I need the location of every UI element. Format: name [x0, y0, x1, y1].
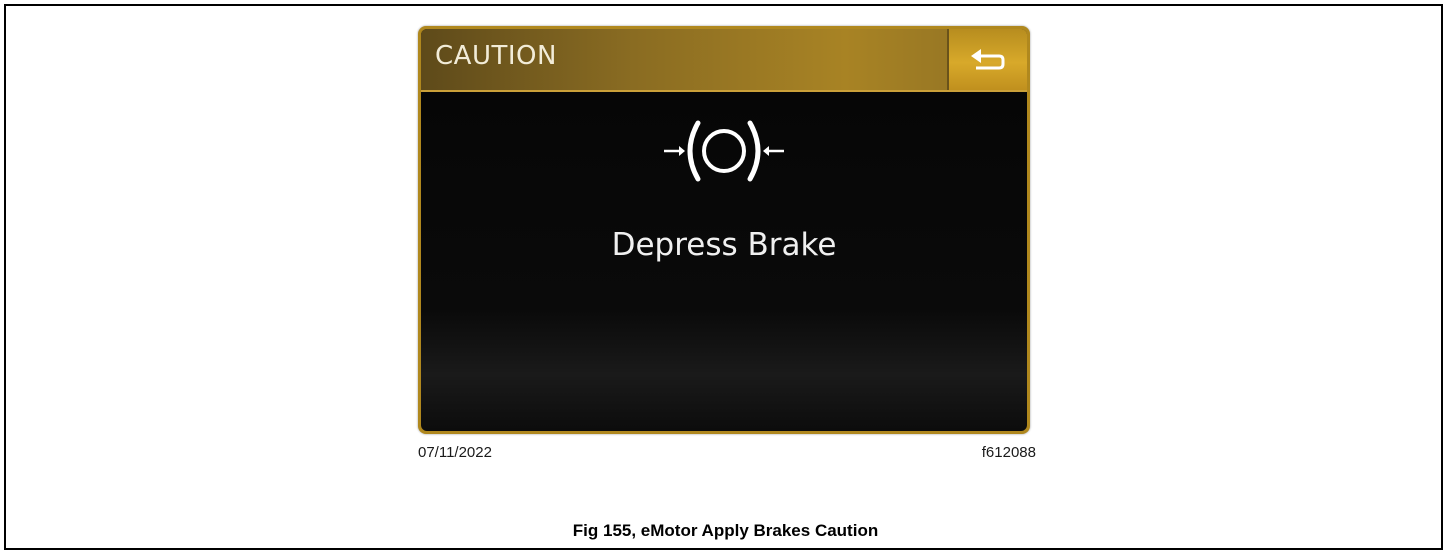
caution-header: CAUTION — [421, 29, 1027, 92]
figure-date: 07/11/2022 — [418, 444, 492, 461]
back-button[interactable] — [947, 29, 1027, 90]
screen-content: CAUTION Depress Brake — [421, 29, 1027, 431]
caution-message: Depress Brake — [611, 227, 837, 263]
display-screen: CAUTION Depress Brake — [418, 26, 1030, 434]
figure-code: f612088 — [981, 444, 1036, 461]
figure-caption: Fig 155, eMotor Apply Brakes Caution — [572, 521, 879, 540]
return-arrow-icon — [971, 48, 1005, 69]
header-title: CAUTION — [435, 41, 557, 71]
brake-caution-icon — [664, 120, 784, 182]
